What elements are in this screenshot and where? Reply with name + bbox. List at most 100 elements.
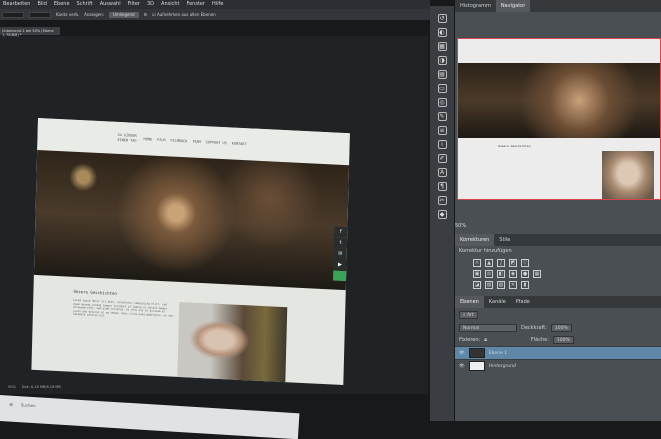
levels-icon[interactable]: ▲ xyxy=(485,259,493,267)
eye-icon[interactable]: 👁︎ xyxy=(459,351,465,356)
menu-item[interactable]: Ebene xyxy=(54,0,70,9)
height-field[interactable] xyxy=(29,11,51,18)
tab-styles[interactable]: Stile xyxy=(494,234,515,246)
paths-icon[interactable]: ✎ xyxy=(437,112,447,121)
styles-icon[interactable]: ▤ xyxy=(437,70,447,79)
fill-label: Fläche: xyxy=(530,337,549,343)
invert-icon[interactable]: ◪ xyxy=(473,281,481,289)
lock-icon[interactable]: 🔒︎ xyxy=(484,337,487,343)
layer-thumbnail xyxy=(468,361,485,371)
menu-item[interactable]: Bearbeiten xyxy=(3,0,30,9)
brush-icon[interactable]: ✐ xyxy=(437,154,447,163)
balance-icon[interactable]: ⚖ xyxy=(485,270,493,278)
menu-item[interactable]: Schrift xyxy=(77,0,93,9)
filter-value: Art xyxy=(466,313,474,318)
refine-edge-button[interactable]: Kante verb. xyxy=(56,12,79,17)
menu-item[interactable]: Ansicht xyxy=(161,0,179,9)
lock-label: Fixieren: xyxy=(459,337,481,343)
posterize-icon[interactable]: ▨ xyxy=(485,281,493,289)
width-field[interactable] xyxy=(2,11,24,18)
video-icon[interactable]: ▶ xyxy=(333,259,347,271)
tab-channels[interactable]: Kanäle xyxy=(484,296,511,308)
nav-item[interactable]: KONTAKT xyxy=(232,141,247,146)
site-nav: HOME FILM FILMBUCH TEAM SUPPORT US KONTA… xyxy=(143,137,246,146)
mixer-icon[interactable]: ● xyxy=(521,270,529,278)
bw-icon[interactable]: ◧ xyxy=(497,270,505,278)
layer-row[interactable]: 👁︎ Hintergrund xyxy=(455,359,661,372)
menu-item[interactable]: 3D xyxy=(147,0,154,9)
brightness-icon[interactable]: ☼ xyxy=(473,259,481,267)
nav-item[interactable]: FILMBUCH xyxy=(170,138,187,143)
vibrance-icon[interactable]: ▣ xyxy=(473,270,481,278)
all-layers-checkbox[interactable]: ☑ Aufnehmen aus allen Ebenen xyxy=(152,12,216,17)
photo-filter-icon[interactable]: ◉ xyxy=(509,270,517,278)
color-icon[interactable]: ◐ xyxy=(437,28,447,37)
nav-item[interactable]: SUPPORT US xyxy=(206,140,227,145)
tab-navigator[interactable]: Navigator xyxy=(495,0,531,12)
menu-item[interactable]: Bild xyxy=(37,0,46,9)
share-icon[interactable] xyxy=(333,270,347,282)
channels-icon[interactable]: ◎ xyxy=(437,98,447,107)
paragraph-icon[interactable]: ¶ xyxy=(437,182,447,191)
preview-portrait xyxy=(602,151,654,199)
windows-icon[interactable]: ⊞ xyxy=(9,402,13,416)
lookup-icon[interactable]: ▦ xyxy=(533,270,541,278)
info-icon[interactable]: i xyxy=(437,140,447,149)
document-tab[interactable]: Unbenannt-1 bei 50% (Ebene 1, RGB/8) * xyxy=(0,27,60,37)
social-bar: f t ✉ ▶ xyxy=(333,226,348,282)
layer-filter-select[interactable]: ⌕ Art xyxy=(459,311,478,319)
mail-icon[interactable]: ✉ xyxy=(333,248,347,260)
selective-color-icon[interactable]: ✕ xyxy=(509,281,517,289)
curves-icon[interactable]: ∫ xyxy=(497,259,505,267)
3d-icon[interactable]: ◆ xyxy=(437,210,447,219)
adjust-row: ▣ ⚖ ◧ ◉ ● ▦ xyxy=(473,270,661,278)
adjustments-icon[interactable]: ◑ xyxy=(437,56,447,65)
sample-select[interactable]: Umliegend xyxy=(108,11,139,18)
menu-item[interactable]: Fenster xyxy=(187,0,206,9)
preview-header xyxy=(458,39,660,63)
tab-paths[interactable]: Pfade xyxy=(511,296,535,308)
menu-bar: Bearbeiten Bild Ebene Schrift Auswahl Fi… xyxy=(0,0,430,9)
adjust-title: Korrektur hinzufügen xyxy=(459,248,512,254)
layer-row[interactable]: 👁︎ Ebene 1 xyxy=(455,346,661,359)
status-bar: 50% Dok: 6,18 MB/6,18 MB xyxy=(0,385,200,393)
nav-item[interactable]: FILM xyxy=(157,138,166,142)
blend-mode-select[interactable]: Normal xyxy=(459,324,517,332)
nav-item[interactable]: TEAM xyxy=(192,140,201,144)
facebook-icon[interactable]: f xyxy=(334,226,348,238)
fill-field[interactable]: 100% xyxy=(552,336,574,344)
search-box[interactable]: Suchen xyxy=(20,402,36,417)
adjustments-panel: Korrekturen Stile Korrektur hinzufügen ☼ ▲… xyxy=(455,234,661,289)
gradient-map-icon[interactable]: ▮ xyxy=(521,281,529,289)
eye-icon[interactable]: 👁︎ xyxy=(459,364,465,369)
opacity-label: Deckkraft: xyxy=(521,325,547,331)
gear-icon[interactable]: ⚙ xyxy=(144,12,148,17)
opacity-field[interactable]: 100% xyxy=(550,324,572,332)
menu-item[interactable]: Filter xyxy=(128,0,140,9)
nav-item[interactable]: HOME xyxy=(143,137,152,141)
menu-item[interactable]: Auswahl xyxy=(100,0,121,9)
tab-layers[interactable]: Ebenen xyxy=(455,296,484,308)
character-icon[interactable]: A xyxy=(437,168,447,177)
tab-adjustments[interactable]: Korrekturen xyxy=(455,234,495,246)
swatches-icon[interactable]: ▦ xyxy=(437,42,447,51)
sample-label: Anzeigen: xyxy=(84,12,104,17)
hero-image: f t ✉ ▶ xyxy=(33,149,350,291)
layer-tabs: Ebenen Kanäle Pfade xyxy=(455,296,661,308)
tab-histogram[interactable]: Histogramm xyxy=(455,0,496,12)
properties-icon[interactable]: ≡ xyxy=(437,126,447,135)
gradient-icon[interactable]: ▽ xyxy=(521,259,529,267)
tools-icon[interactable]: ✂ xyxy=(437,196,447,205)
layers-icon[interactable]: ▭ xyxy=(437,84,447,93)
history-icon[interactable]: ↺ xyxy=(437,14,447,23)
options-bar: Kante verb. Anzeigen: Umliegend ⚙ ☑ Aufn… xyxy=(0,9,430,20)
right-panel: Histogramm Navigator Unsere Geschichten … xyxy=(455,0,661,421)
twitter-icon[interactable]: t xyxy=(333,237,348,249)
menu-item[interactable]: Hilfe xyxy=(212,0,223,9)
threshold-icon[interactable]: ▧ xyxy=(497,281,505,289)
exposure-icon[interactable]: ◩ xyxy=(509,259,517,267)
navigator-zoom[interactable]: 50% xyxy=(455,223,466,229)
adjust-row: ☼ ▲ ∫ ◩ ▽ xyxy=(473,259,661,267)
navigator-preview[interactable]: Unsere Geschichten xyxy=(457,38,661,200)
content-section: Unsere Geschichten Lorem ipsum dolor sit… xyxy=(31,275,345,386)
